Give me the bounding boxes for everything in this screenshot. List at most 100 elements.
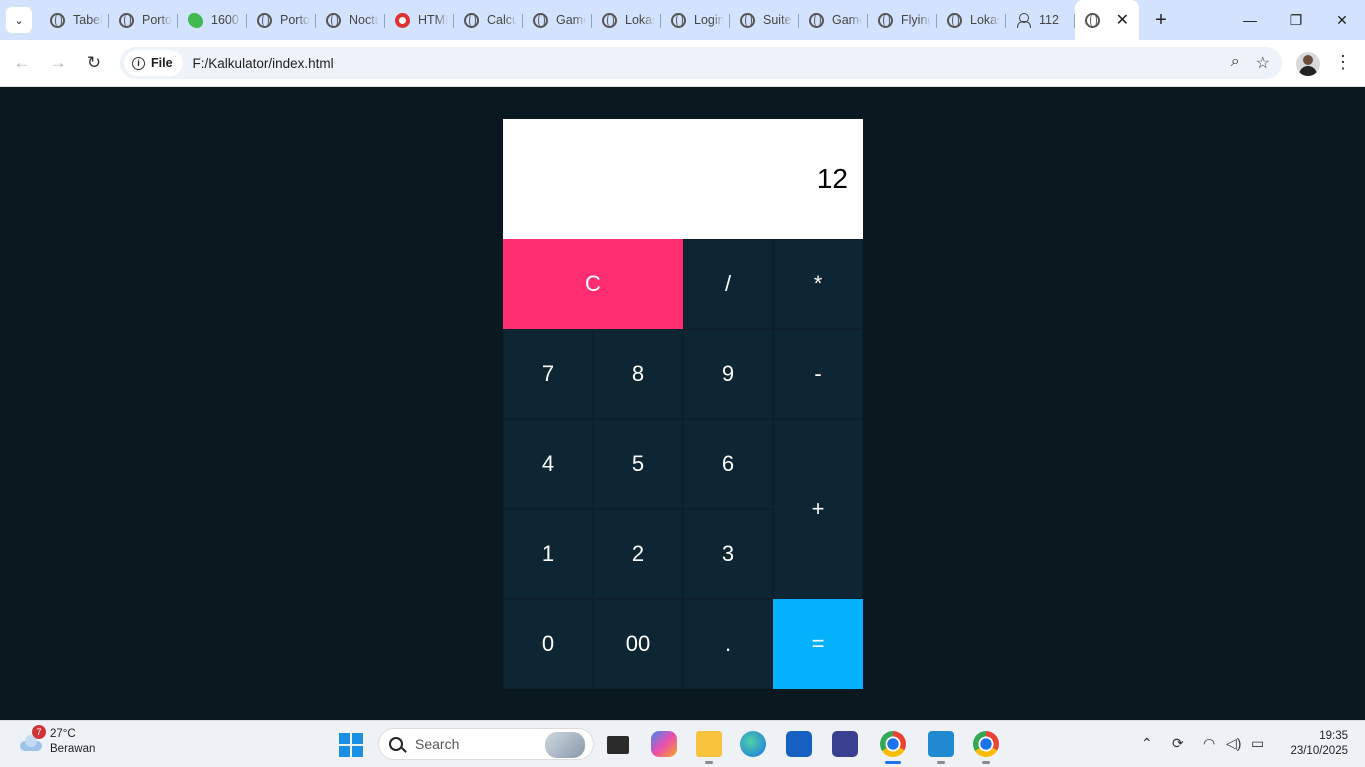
tab[interactable]: Flying <box>868 4 937 36</box>
tab-title: Portofolio <box>280 13 310 27</box>
globe-icon <box>464 12 479 28</box>
tab[interactable]: Suite <box>730 4 799 36</box>
globe-icon <box>671 12 686 28</box>
url-text[interactable]: F:/Kalkulator/index.html <box>193 56 334 71</box>
restore-button[interactable]: ❐ <box>1273 0 1319 40</box>
search-placeholder: Search <box>415 736 460 752</box>
weather-temp: 27°C <box>50 728 76 740</box>
address-bar[interactable]: i File F:/Kalkulator/index.html ⌕ ☆ <box>120 47 1282 79</box>
taskbar-search[interactable]: Search <box>378 728 594 760</box>
forward-button[interactable]: → <box>40 53 76 73</box>
new-tab-button[interactable]: + <box>1149 9 1173 32</box>
decimal-button[interactable]: . <box>683 599 773 689</box>
search-icon <box>389 737 403 751</box>
task-view-icon[interactable] <box>607 736 629 754</box>
multiply-button[interactable]: * <box>773 239 863 329</box>
tab[interactable]: Login <box>661 4 730 36</box>
arrow-left-icon: ← <box>13 53 31 72</box>
tab[interactable]: 1600 <box>178 4 247 36</box>
digit-9-button[interactable]: 9 <box>683 329 773 419</box>
tab[interactable]: Tabel <box>40 4 109 36</box>
calculator: 12 C / * 7 8 9 - 4 5 6 + 1 2 3 0 00 . = <box>503 119 863 689</box>
tab-title: Game <box>832 13 862 27</box>
chevron-down-icon: ⌄ <box>14 14 24 27</box>
chrome-profile-icon[interactable] <box>973 731 999 757</box>
digit-0-button[interactable]: 0 <box>503 599 593 689</box>
tab[interactable]: Game <box>799 4 868 36</box>
clock-date: 23/10/2025 <box>1290 745 1348 757</box>
weather-condition: Berawan <box>50 743 96 755</box>
arrow-right-icon: → <box>49 53 67 72</box>
chevron-up-icon[interactable]: ⌃ <box>1141 735 1153 752</box>
globe-icon <box>1085 12 1100 28</box>
plus-button[interactable]: + <box>773 419 863 599</box>
globe-icon <box>326 12 341 28</box>
edge-icon[interactable] <box>740 731 766 757</box>
double-zero-button[interactable]: 00 <box>593 599 683 689</box>
browser-toolbar: ← → ↻ i File F:/Kalkulator/index.html ⌕ ☆… <box>0 40 1365 87</box>
start-button[interactable] <box>339 733 363 757</box>
chrome-icon[interactable] <box>880 731 906 757</box>
bookmark-star-icon[interactable]: ☆ <box>1256 53 1270 73</box>
site-info-chip[interactable]: i File <box>124 50 183 76</box>
page-viewport: 12 C / * 7 8 9 - 4 5 6 + 1 2 3 0 00 . = <box>0 87 1365 720</box>
volume-icon[interactable]: ◁) <box>1226 735 1241 752</box>
tab-active[interactable]: ✕ <box>1075 0 1139 40</box>
tab-title: Nocturnal <box>349 13 379 27</box>
tab[interactable]: Lokasi <box>937 4 1006 36</box>
equals-button[interactable]: = <box>773 599 863 689</box>
tab-title: Tabel <box>73 13 103 27</box>
site-info-label: File <box>151 56 173 70</box>
tab-title: Flying <box>901 13 931 27</box>
tab-search-button[interactable]: ⌄ <box>6 7 32 33</box>
close-tab-icon[interactable]: ✕ <box>1116 10 1129 30</box>
clock[interactable]: 19:35 23/10/2025 <box>1284 729 1348 759</box>
globe-icon <box>50 12 65 28</box>
back-button[interactable]: ← <box>4 53 40 73</box>
profile-avatar[interactable] <box>1296 52 1320 76</box>
tab[interactable]: HTML <box>385 4 454 36</box>
store-icon[interactable] <box>786 731 812 757</box>
tab[interactable]: 112 <box>1006 4 1075 36</box>
digit-4-button[interactable]: 4 <box>503 419 593 509</box>
battery-icon[interactable]: ▭ <box>1251 735 1264 752</box>
copilot-icon[interactable] <box>651 731 677 757</box>
reload-button[interactable]: ↻ <box>76 53 112 73</box>
digit-6-button[interactable]: 6 <box>683 419 773 509</box>
tab-title: 112 <box>1039 13 1059 27</box>
digit-7-button[interactable]: 7 <box>503 329 593 419</box>
tab-list: Tabel Portofolio 1600 Portofolio Nocturn… <box>40 0 1139 40</box>
reload-icon: ↻ <box>86 53 102 72</box>
minimize-button[interactable]: — <box>1227 0 1273 40</box>
clear-button[interactable]: C <box>503 239 683 329</box>
digit-8-button[interactable]: 8 <box>593 329 683 419</box>
close-window-button[interactable]: ✕ <box>1319 0 1365 40</box>
tab[interactable]: Portofolio <box>109 4 178 36</box>
file-explorer-icon[interactable] <box>696 731 722 757</box>
sync-icon[interactable]: ⟳ <box>1172 735 1184 752</box>
digit-1-button[interactable]: 1 <box>503 509 593 599</box>
tab-title: 1600 <box>211 13 239 27</box>
app-icon[interactable] <box>832 731 858 757</box>
digit-5-button[interactable]: 5 <box>593 419 683 509</box>
tab[interactable]: Nocturnal <box>316 4 385 36</box>
digit-3-button[interactable]: 3 <box>683 509 773 599</box>
more-menu-icon[interactable]: ⋮ <box>1334 53 1352 71</box>
tab[interactable]: Game <box>523 4 592 36</box>
tab[interactable]: Lokasi <box>592 4 661 36</box>
tab-title: Game <box>556 13 586 27</box>
vscode-icon[interactable] <box>928 731 954 757</box>
zoom-icon[interactable]: ⌕ <box>1231 53 1240 73</box>
tab[interactable]: Portofolio <box>247 4 316 36</box>
divide-button[interactable]: / <box>683 239 773 329</box>
globe-icon <box>533 12 548 28</box>
wifi-icon[interactable]: ◠ <box>1203 735 1215 752</box>
search-highlight-image <box>545 732 585 758</box>
weather-widget[interactable]: 7 27°C Berawan <box>16 725 96 757</box>
globe-icon <box>602 12 617 28</box>
tab-strip: ⌄ Tabel Portofolio 1600 Portofolio Noctu… <box>0 0 1365 40</box>
minus-button[interactable]: - <box>773 329 863 419</box>
digit-2-button[interactable]: 2 <box>593 509 683 599</box>
tab[interactable]: Calculator <box>454 4 523 36</box>
address-bar-actions: ⌕ ☆ <box>1231 53 1270 73</box>
